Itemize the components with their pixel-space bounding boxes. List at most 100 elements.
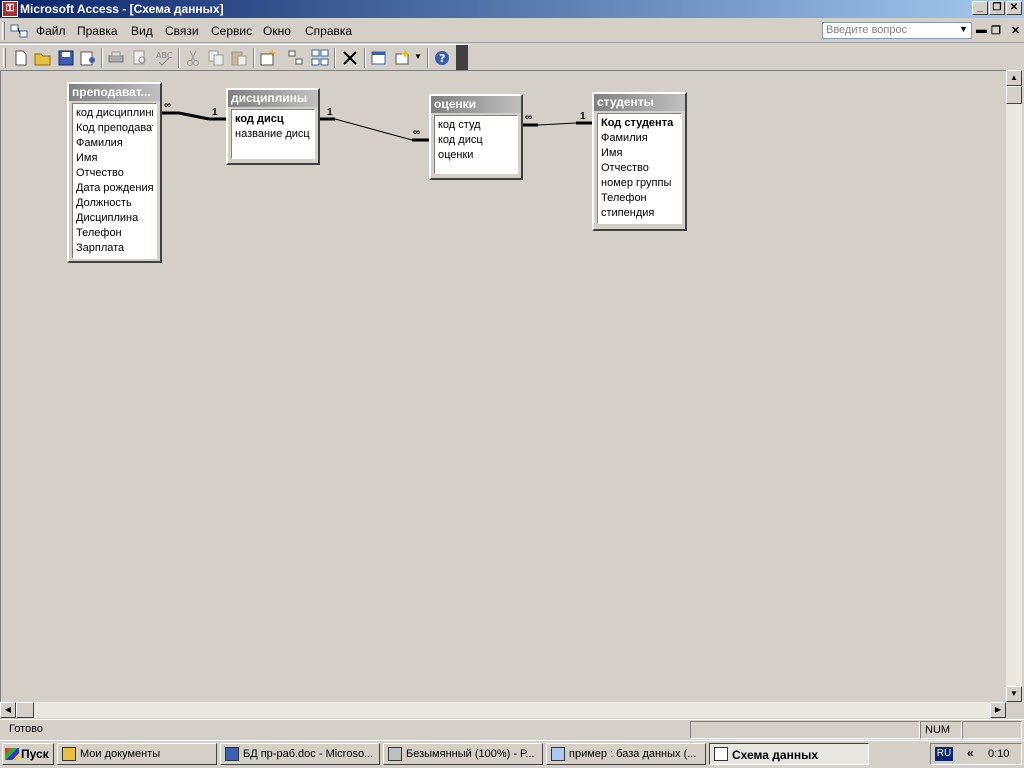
table-title[interactable]: студенты bbox=[594, 94, 685, 111]
save-icon[interactable] bbox=[56, 48, 76, 68]
taskbar-button-word-doc[interactable]: БД пр-раб.doc - Microso... bbox=[220, 743, 380, 765]
taskbar-button-paint[interactable]: Безымянный (100%) - Р... bbox=[383, 743, 543, 765]
menu-window[interactable]: Окно bbox=[263, 24, 291, 38]
field-item[interactable]: стипендия bbox=[601, 206, 678, 221]
restore-button[interactable]: ❐ bbox=[989, 1, 1005, 15]
spelling-icon[interactable]: ABC bbox=[154, 48, 174, 68]
system-tray: RU « 0:10 bbox=[930, 743, 1022, 765]
start-label: Пуск bbox=[21, 747, 49, 761]
taskbar-button-database[interactable]: пример : база данных (... bbox=[546, 743, 706, 765]
scroll-right-icon[interactable]: ▶ bbox=[990, 702, 1006, 718]
relationships-window-icon[interactable] bbox=[10, 23, 28, 39]
key-field-item[interactable]: код дисц bbox=[235, 112, 311, 127]
relation-line[interactable] bbox=[334, 118, 413, 141]
doc-minimize-button[interactable]: ▬ bbox=[976, 24, 987, 36]
help-dropdown-icon[interactable]: ▼ bbox=[959, 24, 968, 34]
paint-icon bbox=[388, 747, 402, 761]
field-item[interactable]: Имя bbox=[601, 146, 678, 161]
help-icon[interactable]: ? bbox=[432, 48, 452, 68]
print-icon[interactable] bbox=[106, 48, 126, 68]
start-button[interactable]: Пуск bbox=[2, 743, 54, 765]
horizontal-scroll-thumb[interactable] bbox=[16, 702, 34, 718]
relationships-canvas[interactable]: ∞ 1 1 ∞ ∞ 1 преподават... код дисциплинь… bbox=[0, 70, 1006, 702]
field-item[interactable]: код студ bbox=[438, 118, 514, 133]
doc-close-button[interactable]: ✕ bbox=[1011, 24, 1020, 37]
new-icon[interactable] bbox=[11, 48, 31, 68]
tray-expand-icon[interactable]: « bbox=[967, 746, 974, 760]
table-disciplines[interactable]: дисциплины код дисц название дисц bbox=[226, 88, 320, 165]
database-icon bbox=[551, 747, 565, 761]
taskbar-button-my-documents[interactable]: Мои документы bbox=[57, 743, 217, 765]
properties-icon[interactable] bbox=[78, 48, 98, 68]
field-item[interactable]: Телефон bbox=[76, 226, 153, 241]
relation-line[interactable] bbox=[178, 111, 210, 121]
field-item[interactable]: Дата рождения bbox=[76, 181, 153, 196]
scroll-left-icon[interactable]: ◀ bbox=[0, 702, 16, 718]
menu-file[interactable]: Файл bbox=[36, 24, 66, 38]
status-bar: Готово NUM bbox=[0, 719, 1024, 739]
show-all-relationships-icon[interactable] bbox=[310, 48, 330, 68]
horizontal-scrollbar[interactable]: ◀ ▶ bbox=[0, 702, 1006, 718]
show-table-icon[interactable]: + bbox=[258, 48, 278, 68]
field-item[interactable]: Отчество bbox=[76, 166, 153, 181]
copy-icon[interactable] bbox=[206, 48, 226, 68]
table-title[interactable]: оценки bbox=[431, 96, 521, 113]
field-item[interactable]: Фамилия bbox=[76, 136, 153, 151]
vertical-scrollbar[interactable]: ▲ ▼ bbox=[1006, 70, 1022, 702]
table-title[interactable]: преподават... bbox=[69, 84, 160, 101]
delete-icon[interactable] bbox=[340, 48, 360, 68]
clock[interactable]: 0:10 bbox=[988, 748, 1009, 760]
database-window-icon[interactable] bbox=[369, 48, 389, 68]
status-panel bbox=[690, 721, 920, 739]
relation-line[interactable] bbox=[537, 122, 577, 126]
cardinality-label: ∞ bbox=[413, 127, 421, 138]
toolbar-grip[interactable] bbox=[3, 48, 6, 68]
menu-grip[interactable] bbox=[2, 22, 5, 40]
show-direct-icon[interactable] bbox=[286, 48, 306, 68]
menu-relationships[interactable]: Связи bbox=[165, 24, 199, 38]
field-item[interactable]: Имя bbox=[76, 151, 153, 166]
new-object-dropdown-icon[interactable]: ▼ bbox=[414, 52, 422, 61]
field-item[interactable]: номер группы bbox=[601, 176, 678, 191]
cut-icon[interactable] bbox=[183, 48, 203, 68]
field-item[interactable]: Код преподават bbox=[76, 121, 153, 136]
close-button[interactable]: ✕ bbox=[1006, 1, 1022, 15]
field-item[interactable]: Дисциплина bbox=[76, 211, 153, 226]
taskbar-button-label: Мои документы bbox=[80, 748, 161, 760]
taskbar: Пуск Мои документы БД пр-раб.doc - Micro… bbox=[0, 740, 1024, 768]
field-item[interactable]: Зарплата bbox=[76, 241, 153, 256]
title-bar[interactable]: ⚿ Microsoft Access - [Схема данных] _ ❐ … bbox=[0, 0, 1024, 18]
field-item[interactable]: оценки bbox=[438, 148, 514, 163]
field-item[interactable]: код дисциплинь bbox=[76, 106, 153, 121]
field-item[interactable]: код дисц bbox=[438, 133, 514, 148]
scroll-up-icon[interactable]: ▲ bbox=[1006, 70, 1022, 86]
open-icon[interactable] bbox=[33, 48, 53, 68]
table-grades[interactable]: оценки код студ код дисц оценки bbox=[429, 94, 523, 180]
taskbar-button-schema[interactable]: Схема данных bbox=[709, 743, 869, 765]
toolbar-separator bbox=[427, 48, 429, 68]
cardinality-label: 1 bbox=[327, 107, 333, 118]
minimize-button[interactable]: _ bbox=[972, 1, 988, 15]
doc-restore-button[interactable]: ❐ bbox=[991, 24, 1001, 37]
field-item[interactable]: Телефон bbox=[601, 191, 678, 206]
menu-view[interactable]: Вид bbox=[131, 24, 153, 38]
key-field-item[interactable]: Код студента bbox=[601, 116, 678, 131]
field-item[interactable]: название дисц bbox=[235, 127, 311, 142]
paste-icon[interactable] bbox=[229, 48, 249, 68]
field-item[interactable]: Отчество bbox=[601, 161, 678, 176]
table-title[interactable]: дисциплины bbox=[228, 90, 318, 107]
scroll-down-icon[interactable]: ▼ bbox=[1006, 686, 1022, 702]
help-question-input[interactable]: Введите вопрос bbox=[822, 22, 972, 39]
table-teachers[interactable]: преподават... код дисциплинь Код препода… bbox=[67, 82, 162, 263]
field-item[interactable]: Должность bbox=[76, 196, 153, 211]
table-students[interactable]: студенты Код студента Фамилия Имя Отчест… bbox=[592, 92, 687, 231]
menu-tools[interactable]: Сервис bbox=[211, 24, 252, 38]
field-item[interactable]: Фамилия bbox=[601, 131, 678, 146]
language-indicator[interactable]: RU bbox=[935, 747, 953, 761]
menu-help[interactable]: Справка bbox=[305, 24, 352, 38]
print-preview-icon[interactable] bbox=[130, 48, 150, 68]
new-object-icon[interactable] bbox=[393, 48, 413, 68]
menu-edit[interactable]: Правка bbox=[77, 24, 118, 38]
toolbar-options-button[interactable] bbox=[456, 45, 468, 71]
vertical-scroll-thumb[interactable] bbox=[1006, 86, 1022, 104]
